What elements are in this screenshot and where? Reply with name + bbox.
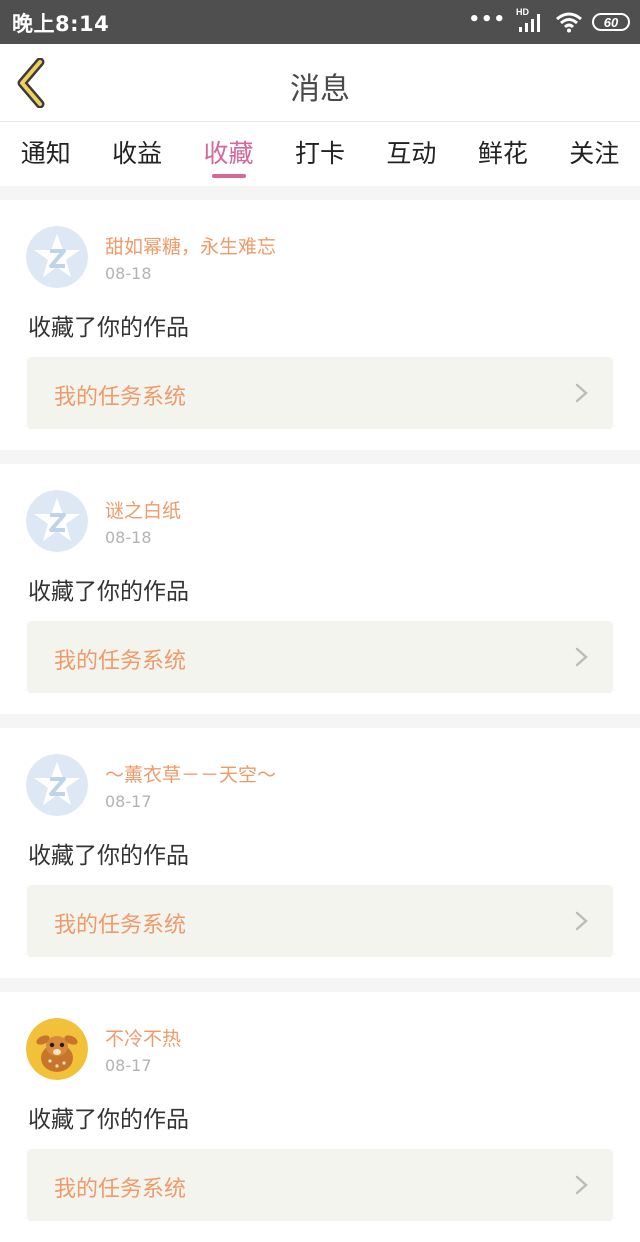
- status-time: 晚上8:14: [12, 12, 110, 36]
- dots-icon: •••: [468, 9, 506, 30]
- tab-earnings[interactable]: 收益: [91, 122, 182, 186]
- message-date: 08-17: [105, 1056, 152, 1075]
- username[interactable]: ～薰衣草－－天空～: [105, 760, 276, 787]
- action-text: 收藏了你的作品: [28, 1107, 189, 1133]
- tab-label: 互动: [386, 139, 437, 168]
- tab-flowers[interactable]: 鲜花: [457, 122, 548, 186]
- tab-interaction[interactable]: 互动: [366, 122, 457, 186]
- action-text: 收藏了你的作品: [28, 315, 189, 341]
- wifi-icon: [556, 12, 582, 33]
- message-card: ～薰衣草－－天空～ 08-17 收藏了你的作品 我的任务系统: [0, 728, 640, 978]
- deer-avatar-icon: [26, 1018, 88, 1080]
- tab-label: 打卡: [294, 139, 345, 168]
- tab-label: 通知: [20, 139, 71, 168]
- battery-icon: 60: [592, 13, 630, 31]
- username[interactable]: 不冷不热: [105, 1024, 181, 1051]
- default-star-avatar-icon: [26, 490, 88, 552]
- task-link[interactable]: 我的任务系统: [27, 621, 613, 693]
- message-card: 不冷不热 08-17 收藏了你的作品 我的任务系统: [0, 992, 640, 1242]
- active-tab-indicator: [211, 174, 246, 178]
- task-label: 我的任务系统: [54, 913, 187, 938]
- task-link[interactable]: 我的任务系统: [27, 885, 613, 957]
- action-text: 收藏了你的作品: [28, 843, 189, 869]
- action-text: 收藏了你的作品: [28, 579, 189, 605]
- message-card: 谜之白纸 08-18 收藏了你的作品 我的任务系统: [0, 464, 640, 714]
- chevron-right-icon: [575, 911, 588, 931]
- task-link[interactable]: 我的任务系统: [27, 1149, 613, 1221]
- task-label: 我的任务系统: [54, 649, 187, 674]
- status-icons: ••• HD 60: [468, 7, 630, 36]
- tab-notifications[interactable]: 通知: [0, 122, 91, 186]
- avatar[interactable]: [26, 490, 88, 552]
- task-label: 我的任务系统: [54, 385, 187, 410]
- signal-icon: HD: [516, 7, 546, 34]
- message-date: 08-17: [105, 792, 152, 811]
- task-label: 我的任务系统: [54, 1177, 187, 1202]
- avatar[interactable]: [26, 754, 88, 816]
- tab-label: 关注: [569, 139, 620, 168]
- avatar[interactable]: [26, 226, 88, 288]
- default-star-avatar-icon: [26, 754, 88, 816]
- tab-bar: 通知 收益 收藏 打卡 互动 鲜花 关注: [0, 122, 640, 186]
- status-bar: 晚上8:14 ••• HD 60: [0, 0, 640, 44]
- tab-label: 收藏: [203, 139, 254, 168]
- username[interactable]: 甜如幂糖，永生难忘: [105, 232, 276, 259]
- message-card: 甜如幂糖，永生难忘 08-18 收藏了你的作品 我的任务系统: [0, 200, 640, 450]
- tab-label: 鲜花: [477, 139, 528, 168]
- app-header: 消息: [0, 44, 640, 122]
- message-list: 甜如幂糖，永生难忘 08-18 收藏了你的作品 我的任务系统 谜之白纸 08-1…: [0, 186, 640, 1242]
- chevron-right-icon: [575, 1175, 588, 1195]
- chevron-right-icon: [575, 647, 588, 667]
- tab-favorites[interactable]: 收藏: [183, 122, 274, 186]
- page-title: 消息: [290, 72, 350, 107]
- avatar[interactable]: [26, 1018, 88, 1080]
- message-date: 08-18: [105, 264, 152, 283]
- tab-follow[interactable]: 关注: [549, 122, 640, 186]
- task-link[interactable]: 我的任务系统: [27, 357, 613, 429]
- tab-checkin[interactable]: 打卡: [274, 122, 365, 186]
- username[interactable]: 谜之白纸: [105, 496, 181, 523]
- message-date: 08-18: [105, 528, 152, 547]
- tab-label: 收益: [112, 139, 163, 168]
- default-star-avatar-icon: [26, 226, 88, 288]
- chevron-right-icon: [575, 383, 588, 403]
